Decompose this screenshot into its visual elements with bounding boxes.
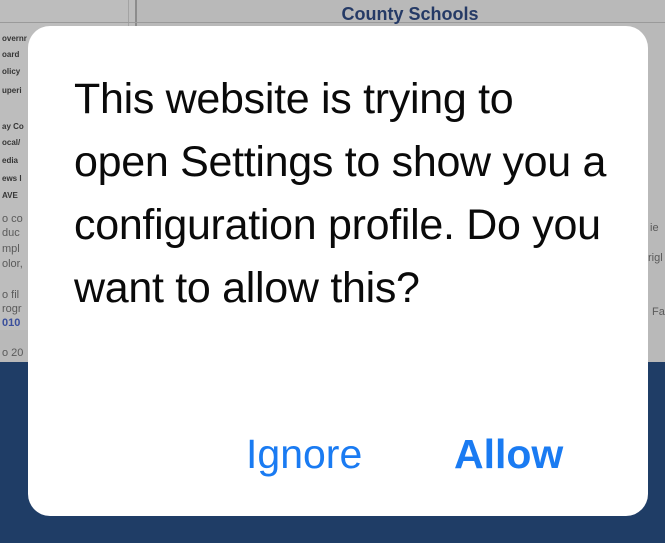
- ignore-button[interactable]: Ignore: [246, 426, 362, 482]
- background-page-title: County Schools: [341, 4, 479, 24]
- background-sidebar-text: olicy: [2, 67, 21, 76]
- background-sidebar-text: ocal/: [2, 138, 21, 147]
- background-sidebar-text: ay Co: [2, 122, 24, 131]
- background-sidebar-text: ews l: [2, 174, 22, 183]
- background-body-link: 010: [2, 317, 21, 329]
- background-right-text: rigl: [648, 252, 663, 264]
- background-sidebar-text: uperi: [2, 86, 22, 95]
- background-body-text: mpl: [2, 243, 20, 255]
- background-sidebar-text: oard: [2, 50, 20, 59]
- background-body-text: o co: [2, 213, 23, 225]
- background-body-text: o 20: [2, 347, 24, 359]
- background-sidebar-text: AVE: [2, 191, 18, 200]
- background-body-text: o fil: [2, 289, 20, 301]
- allow-button[interactable]: Allow: [454, 426, 563, 482]
- background-right-text: Fa: [652, 306, 665, 318]
- background-right-text: ie: [650, 222, 659, 234]
- background-body-text: duc: [2, 227, 20, 239]
- configuration-profile-alert: This website is trying to open Settings …: [28, 26, 648, 516]
- background-sidebar-text: edia: [2, 156, 19, 165]
- background-body-text: rogr: [2, 303, 22, 315]
- background-body-text: olor,: [2, 258, 23, 270]
- alert-message: This website is trying to open Settings …: [74, 75, 607, 312]
- background-sidebar-text: overnr: [2, 34, 27, 43]
